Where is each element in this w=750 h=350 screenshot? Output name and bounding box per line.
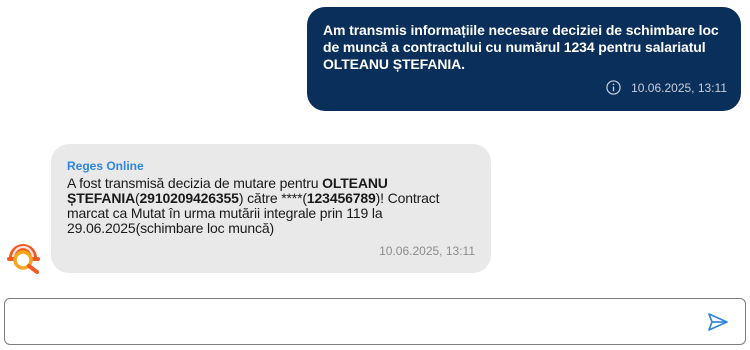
- hardhat-magnifier-icon: [6, 238, 44, 274]
- incoming-message-text: A fost transmisă decizia de mutare pentr…: [67, 176, 475, 236]
- incoming-text-part: ) către ****(: [238, 190, 307, 206]
- incoming-message-timestamp: 10.06.2025, 13:11: [379, 244, 475, 258]
- outgoing-message-text: Am transmis informațiile necesare decizi…: [323, 22, 719, 72]
- message-composer: [4, 298, 746, 345]
- message-sender-name: Reges Online: [67, 159, 144, 173]
- outgoing-message-timestamp: 10.06.2025, 13:11: [631, 80, 727, 95]
- send-icon[interactable]: [707, 312, 729, 332]
- incoming-message-bubble: Reges Online A fost transmisă decizia de…: [51, 144, 491, 273]
- outgoing-message-meta: 10.06.2025, 13:11: [606, 80, 727, 95]
- employee-cnp: 2910209426355: [139, 190, 239, 206]
- incoming-text-part: A fost transmisă decizia de mutare pentr…: [67, 175, 323, 191]
- employer-cui: 123456789: [306, 190, 376, 206]
- chat-window: Am transmis informațiile necesare decizi…: [0, 0, 750, 350]
- info-icon[interactable]: [606, 80, 621, 95]
- message-input[interactable]: [15, 307, 689, 339]
- outgoing-message-bubble: Am transmis informațiile necesare decizi…: [307, 7, 741, 111]
